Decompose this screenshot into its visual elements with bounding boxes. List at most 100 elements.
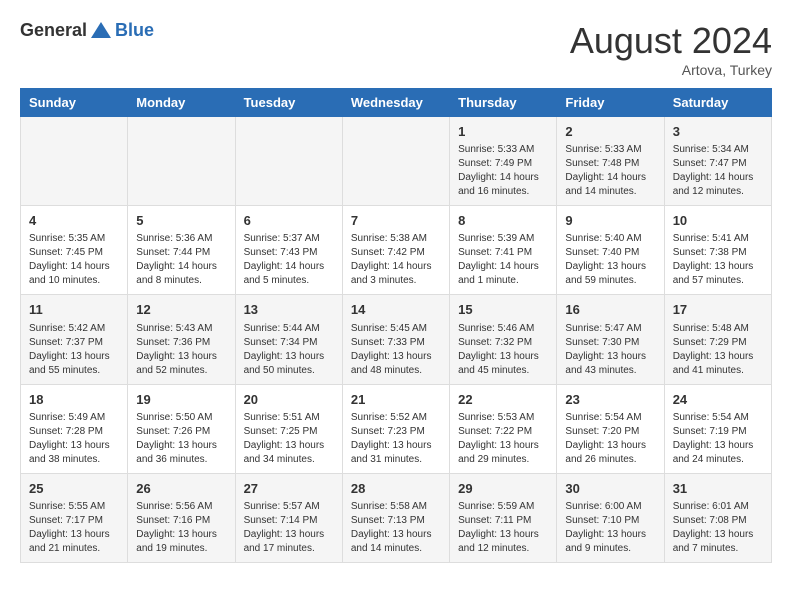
day-number: 9 [565,212,655,230]
calendar-cell: 28Sunrise: 5:58 AM Sunset: 7:13 PM Dayli… [342,473,449,562]
cell-content: Sunrise: 5:56 AM Sunset: 7:16 PM Dayligh… [136,500,226,556]
cell-content: Sunrise: 5:37 AM Sunset: 7:43 PM Dayligh… [244,232,334,288]
cell-content: Sunrise: 5:52 AM Sunset: 7:23 PM Dayligh… [351,411,441,467]
weekday-header-sunday: Sunday [21,89,128,117]
day-number: 23 [565,391,655,409]
cell-content: Sunrise: 5:38 AM Sunset: 7:42 PM Dayligh… [351,232,441,288]
calendar-cell [128,117,235,206]
cell-content: Sunrise: 5:55 AM Sunset: 7:17 PM Dayligh… [29,500,119,556]
cell-content: Sunrise: 5:41 AM Sunset: 7:38 PM Dayligh… [673,232,763,288]
weekday-header-thursday: Thursday [450,89,557,117]
cell-content: Sunrise: 5:34 AM Sunset: 7:47 PM Dayligh… [673,143,763,199]
calendar-cell: 11 Sunrise: 5:42 AM Sunset: 7:37 PM Dayli… [21,295,128,384]
day-number: 18 [29,391,119,409]
day-number: 11 [29,301,119,319]
calendar-cell: 8Sunrise: 5:39 AM Sunset: 7:41 PM Daylig… [450,206,557,295]
cell-content: Sunrise: 5:53 AM Sunset: 7:22 PM Dayligh… [458,411,548,467]
calendar-cell: 7 Sunrise: 5:38 AM Sunset: 7:42 PM Daylig… [342,206,449,295]
day-number: 13 [244,301,334,319]
calendar-cell: 16 Sunrise: 5:47 AM Sunset: 7:30 PM Dayli… [557,295,664,384]
calendar-cell: 26 Sunrise: 5:56 AM Sunset: 7:16 PM Dayli… [128,473,235,562]
day-number: 17 [673,301,763,319]
calendar-cell: 17 Sunrise: 5:48 AM Sunset: 7:29 PM Dayli… [664,295,771,384]
calendar-week-row: 11 Sunrise: 5:42 AM Sunset: 7:37 PM Dayli… [21,295,772,384]
month-year-title: August 2024 [570,20,772,62]
calendar-cell: 9Sunrise: 5:40 AM Sunset: 7:40 PM Daylig… [557,206,664,295]
calendar-cell: 29Sunrise: 5:59 AM Sunset: 7:11 PM Dayli… [450,473,557,562]
day-number: 29 [458,480,548,498]
cell-content: Sunrise: 5:51 AM Sunset: 7:25 PM Dayligh… [244,411,334,467]
cell-content: Sunrise: 5:35 AM Sunset: 7:45 PM Dayligh… [29,232,119,288]
cell-content: Sunrise: 5:48 AM Sunset: 7:29 PM Dayligh… [673,322,763,378]
day-number: 26 [136,480,226,498]
calendar-cell: 5Sunrise: 5:36 AM Sunset: 7:44 PM Daylig… [128,206,235,295]
day-number: 6 [244,212,334,230]
calendar-cell: 4 Sunrise: 5:35 AM Sunset: 7:45 PM Daylig… [21,206,128,295]
day-number: 27 [244,480,334,498]
weekday-header-row: SundayMondayTuesdayWednesdayThursdayFrid… [21,89,772,117]
cell-content: Sunrise: 5:36 AM Sunset: 7:44 PM Dayligh… [136,232,226,288]
day-number: 28 [351,480,441,498]
cell-content: Sunrise: 5:50 AM Sunset: 7:26 PM Dayligh… [136,411,226,467]
weekday-header-tuesday: Tuesday [235,89,342,117]
cell-content: Sunrise: 5:54 AM Sunset: 7:20 PM Dayligh… [565,411,655,467]
calendar-cell: 13 Sunrise: 5:44 AM Sunset: 7:34 PM Dayli… [235,295,342,384]
cell-content: Sunrise: 5:43 AM Sunset: 7:36 PM Dayligh… [136,322,226,378]
day-number: 15 [458,301,548,319]
calendar-cell: 25 Sunrise: 5:55 AM Sunset: 7:17 PM Dayli… [21,473,128,562]
day-number: 16 [565,301,655,319]
cell-content: Sunrise: 5:54 AM Sunset: 7:19 PM Dayligh… [673,411,763,467]
calendar-cell: 10 Sunrise: 5:41 AM Sunset: 7:38 PM Dayli… [664,206,771,295]
calendar-cell: 31 Sunrise: 6:01 AM Sunset: 7:08 PM Dayli… [664,473,771,562]
logo-blue-text: Blue [115,20,154,41]
calendar-cell: 2Sunrise: 5:33 AM Sunset: 7:48 PM Daylig… [557,117,664,206]
day-number: 1 [458,123,548,141]
day-number: 12 [136,301,226,319]
calendar-cell: 22 Sunrise: 5:53 AM Sunset: 7:22 PM Dayli… [450,384,557,473]
weekday-header-wednesday: Wednesday [342,89,449,117]
day-number: 25 [29,480,119,498]
day-number: 10 [673,212,763,230]
calendar-cell [235,117,342,206]
calendar-cell: 3Sunrise: 5:34 AM Sunset: 7:47 PM Daylig… [664,117,771,206]
calendar-week-row: 4 Sunrise: 5:35 AM Sunset: 7:45 PM Daylig… [21,206,772,295]
calendar-cell: 14Sunrise: 5:45 AM Sunset: 7:33 PM Dayli… [342,295,449,384]
calendar-cell: 6 Sunrise: 5:37 AM Sunset: 7:43 PM Daylig… [235,206,342,295]
calendar-cell: 23 Sunrise: 5:54 AM Sunset: 7:20 PM Dayli… [557,384,664,473]
day-number: 22 [458,391,548,409]
day-number: 14 [351,301,441,319]
logo-general-text: General [20,20,87,41]
day-number: 21 [351,391,441,409]
title-area: August 2024 Artova, Turkey [570,20,772,78]
cell-content: Sunrise: 5:49 AM Sunset: 7:28 PM Dayligh… [29,411,119,467]
calendar-cell: 27 Sunrise: 5:57 AM Sunset: 7:14 PM Dayli… [235,473,342,562]
calendar-cell: 20 Sunrise: 5:51 AM Sunset: 7:25 PM Dayli… [235,384,342,473]
day-number: 30 [565,480,655,498]
calendar-week-row: 25 Sunrise: 5:55 AM Sunset: 7:17 PM Dayli… [21,473,772,562]
day-number: 7 [351,212,441,230]
day-number: 20 [244,391,334,409]
cell-content: Sunrise: 5:46 AM Sunset: 7:32 PM Dayligh… [458,322,548,378]
calendar-cell: 12 Sunrise: 5:43 AM Sunset: 7:36 PM Dayli… [128,295,235,384]
day-number: 31 [673,480,763,498]
logo-icon [91,22,111,38]
calendar-cell: 21 Sunrise: 5:52 AM Sunset: 7:23 PM Dayli… [342,384,449,473]
weekday-header-monday: Monday [128,89,235,117]
cell-content: Sunrise: 5:33 AM Sunset: 7:49 PM Dayligh… [458,143,548,199]
cell-content: Sunrise: 6:00 AM Sunset: 7:10 PM Dayligh… [565,500,655,556]
cell-content: Sunrise: 5:44 AM Sunset: 7:34 PM Dayligh… [244,322,334,378]
cell-content: Sunrise: 5:39 AM Sunset: 7:41 PM Dayligh… [458,232,548,288]
day-number: 4 [29,212,119,230]
cell-content: Sunrise: 5:57 AM Sunset: 7:14 PM Dayligh… [244,500,334,556]
calendar-cell: 15 Sunrise: 5:46 AM Sunset: 7:32 PM Dayli… [450,295,557,384]
day-number: 2 [565,123,655,141]
cell-content: Sunrise: 5:47 AM Sunset: 7:30 PM Dayligh… [565,322,655,378]
weekday-header-friday: Friday [557,89,664,117]
calendar-table: SundayMondayTuesdayWednesdayThursdayFrid… [20,88,772,563]
cell-content: Sunrise: 5:42 AM Sunset: 7:37 PM Dayligh… [29,322,119,378]
page-header: General Blue August 2024 Artova, Turkey [20,20,772,78]
cell-content: Sunrise: 6:01 AM Sunset: 7:08 PM Dayligh… [673,500,763,556]
calendar-week-row: 18 Sunrise: 5:49 AM Sunset: 7:28 PM Dayli… [21,384,772,473]
day-number: 19 [136,391,226,409]
calendar-cell: 18 Sunrise: 5:49 AM Sunset: 7:28 PM Dayli… [21,384,128,473]
